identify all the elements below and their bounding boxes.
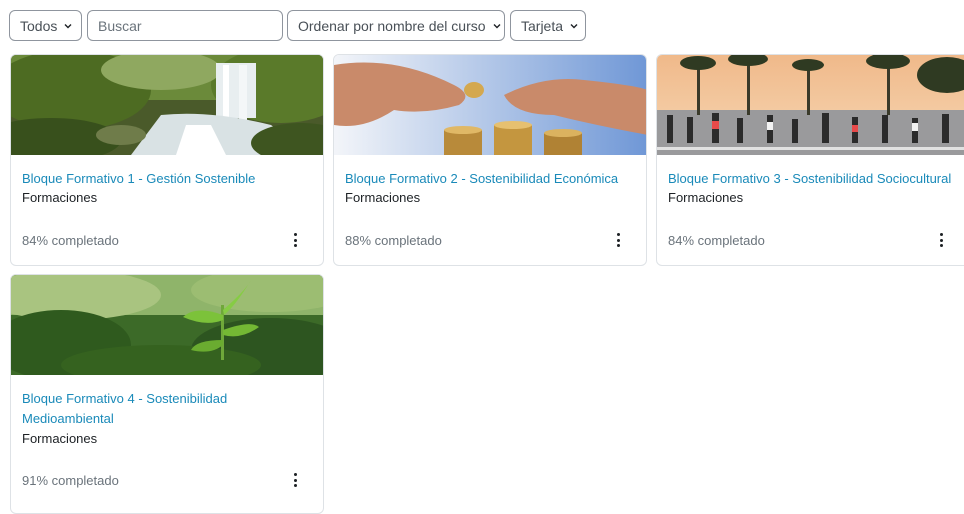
kebab-menu-icon[interactable] — [935, 233, 947, 247]
kebab-menu-icon[interactable] — [289, 473, 301, 487]
grouping-dropdown-label: Todos — [20, 17, 58, 34]
course-image[interactable] — [657, 55, 964, 155]
course-image[interactable] — [334, 55, 646, 155]
course-card[interactable]: Bloque Formativo 2 - Sostenibilidad Econ… — [333, 54, 647, 266]
course-title-link[interactable]: Bloque Formativo 1 - Gestión Sostenible — [22, 169, 318, 189]
chevron-down-icon — [493, 23, 501, 29]
course-title-link[interactable]: Bloque Formativo 4 - Sostenibilidad Medi… — [22, 389, 318, 429]
sort-dropdown-label: Ordenar por nombre del curso — [298, 17, 486, 34]
course-card[interactable]: Bloque Formativo 1 - Gestión Sostenible … — [10, 54, 324, 266]
chevron-down-icon — [570, 23, 578, 29]
course-title-link[interactable]: Bloque Formativo 3 - Sostenibilidad Soci… — [668, 169, 964, 189]
view-dropdown[interactable]: Tarjeta — [510, 10, 586, 41]
course-image[interactable] — [11, 55, 323, 155]
view-dropdown-label: Tarjeta — [521, 17, 564, 34]
course-category: Formaciones — [345, 190, 421, 205]
course-title-link[interactable]: Bloque Formativo 2 - Sostenibilidad Econ… — [345, 169, 641, 189]
chevron-down-icon — [64, 23, 72, 29]
search-input[interactable]: Buscar — [87, 10, 283, 41]
course-progress: 91% completado — [22, 473, 119, 488]
grouping-dropdown[interactable]: Todos — [9, 10, 82, 41]
course-image[interactable] — [11, 275, 323, 375]
course-category: Formaciones — [22, 431, 98, 446]
course-progress: 84% completado — [668, 233, 765, 248]
search-placeholder: Buscar — [98, 17, 142, 34]
course-progress: 88% completado — [345, 233, 442, 248]
course-card[interactable]: Bloque Formativo 4 - Sostenibilidad Medi… — [10, 274, 324, 514]
course-category: Formaciones — [22, 190, 98, 205]
kebab-menu-icon[interactable] — [289, 233, 301, 247]
course-progress: 84% completado — [22, 233, 119, 248]
sort-dropdown[interactable]: Ordenar por nombre del curso — [287, 10, 505, 41]
course-category: Formaciones — [668, 190, 744, 205]
kebab-menu-icon[interactable] — [612, 233, 624, 247]
course-card[interactable]: Bloque Formativo 3 - Sostenibilidad Soci… — [656, 54, 964, 266]
